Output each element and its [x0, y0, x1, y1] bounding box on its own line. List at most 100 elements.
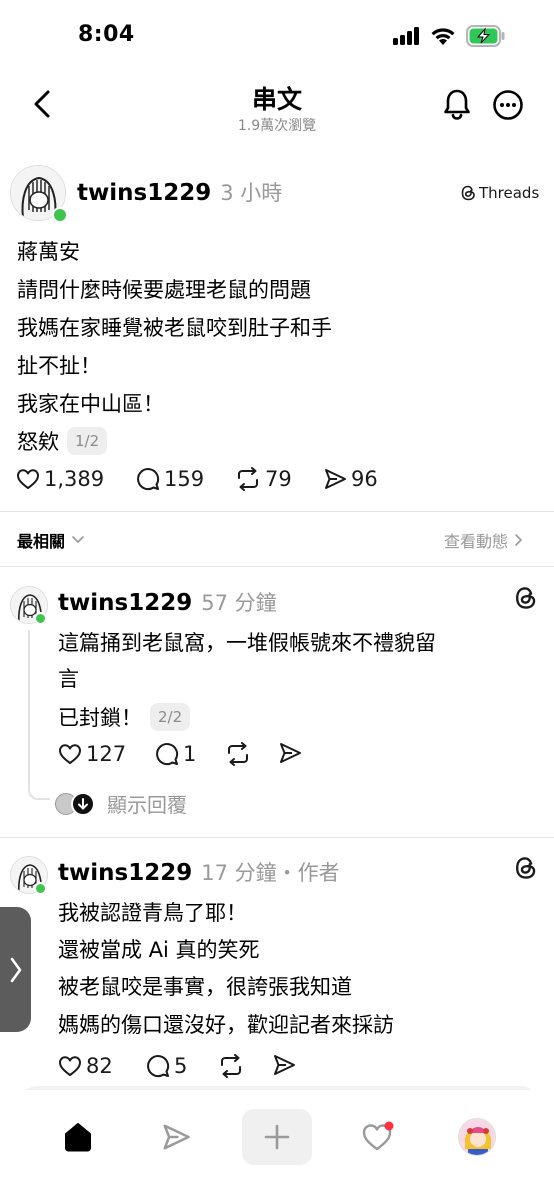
post-line: 怒欸 — [17, 430, 59, 454]
reply-last-line: 已封鎖！ 2/2 — [58, 698, 191, 738]
view-activity-link[interactable]: 查看動態 — [444, 528, 524, 552]
reply-username[interactable]: twins1229 — [58, 860, 192, 886]
reply-line: 被老鼠咬是事實，很誇張我知道 — [58, 975, 352, 999]
repost-icon — [228, 742, 248, 766]
tab-home[interactable] — [56, 1115, 100, 1159]
send-icon — [325, 469, 346, 489]
comment-icon — [156, 743, 179, 766]
comment-count: 159 — [164, 467, 205, 491]
tab-bar — [0, 1090, 554, 1200]
battery-charging-icon — [466, 25, 506, 51]
heart-icon — [17, 469, 39, 489]
show-replies-label: 顯示回覆 — [107, 793, 187, 817]
threads-logo-button[interactable] — [515, 586, 537, 614]
home-icon — [65, 1123, 91, 1152]
reply-like-button[interactable]: 82 — [58, 1054, 113, 1078]
chevron-right-icon — [10, 957, 21, 982]
side-panel-handle[interactable] — [0, 907, 31, 1032]
reply-repost-button[interactable] — [225, 742, 255, 766]
tab-activity[interactable] — [356, 1115, 400, 1159]
post-time: 3 小時 — [220, 181, 283, 205]
post-line: 扯不扯！ — [17, 354, 101, 378]
online-indicator — [34, 612, 47, 625]
thread-line-curve — [28, 786, 50, 800]
notification-dot — [384, 1121, 394, 1131]
like-button[interactable]: 1,389 — [16, 467, 104, 491]
online-indicator — [52, 207, 68, 223]
reply-username[interactable]: twins1229 — [58, 590, 192, 616]
like-count: 82 — [86, 1054, 113, 1078]
repost-button[interactable]: 79 — [235, 467, 292, 491]
repost-icon — [221, 1054, 241, 1078]
threads-badge[interactable]: Threads — [461, 184, 539, 202]
reply-comment-button[interactable]: 5 — [146, 1054, 187, 1078]
reply-avatars-stack — [55, 791, 97, 816]
bell-icon — [444, 89, 470, 120]
status-time: 8:04 — [78, 22, 135, 47]
author-tag: ・作者 — [276, 861, 340, 885]
mini-avatar — [71, 791, 95, 816]
reply-line: 還被當成 Ai 真的笑死 — [58, 938, 260, 962]
comment-button[interactable]: 159 — [136, 467, 204, 491]
comment-icon — [147, 1055, 170, 1078]
profile-avatar — [459, 1119, 495, 1155]
reply-time: 57 分鐘 — [201, 591, 277, 615]
comment-count: 1 — [183, 742, 197, 766]
page-indicator-badge: 2/2 — [150, 703, 191, 731]
threads-label: Threads — [479, 184, 540, 202]
chevron-right-icon — [515, 534, 523, 546]
reply-line: 我被認證青鳥了耶！ — [58, 901, 247, 925]
show-replies-button[interactable]: 顯示回覆 — [55, 789, 187, 818]
reply-line: 媽媽的傷口還沒好，歡迎記者來採訪 — [58, 1013, 394, 1037]
post-line: 蔣萬安 — [17, 240, 80, 264]
threads-logo-button[interactable] — [515, 856, 537, 884]
post-header: twins1229 3 小時 — [77, 177, 282, 207]
reply-line: 這篇捅到老鼠窩，一堆假帳號來不禮貌留 — [58, 631, 436, 655]
author-username[interactable]: twins1229 — [77, 180, 211, 206]
post-line: 請問什麼時候要處理老鼠的問題 — [17, 278, 311, 302]
notification-bell-button[interactable] — [439, 86, 475, 122]
post-last-line: 怒欸 1/2 — [17, 423, 108, 461]
divider — [0, 566, 554, 567]
comment-icon — [137, 468, 160, 491]
send-icon — [280, 743, 301, 763]
page-indicator-badge: 1/2 — [67, 427, 108, 455]
post-line: 我家在中山區！ — [17, 392, 164, 416]
threads-logo-icon — [516, 857, 536, 879]
view-activity-label: 查看動態 — [444, 532, 509, 551]
plus-icon — [264, 1124, 290, 1150]
sort-label: 最相關 — [17, 532, 66, 551]
reply-header: twins1229 57 分鐘 — [58, 587, 277, 617]
send-icon — [163, 1124, 190, 1150]
chevron-down-icon — [72, 536, 84, 544]
repost-count: 79 — [265, 467, 292, 491]
tab-create[interactable] — [242, 1109, 312, 1165]
heart-icon — [362, 1121, 394, 1151]
reply-share-button[interactable] — [272, 1054, 300, 1076]
heart-icon — [59, 744, 81, 764]
tab-send[interactable] — [154, 1115, 198, 1159]
cellular-signal-icon — [393, 27, 421, 49]
wifi-icon — [430, 26, 456, 50]
sort-dropdown[interactable]: 最相關 — [17, 528, 85, 552]
share-count: 96 — [351, 467, 378, 491]
reply-comment-button[interactable]: 1 — [155, 742, 196, 766]
reply-share-button[interactable] — [278, 742, 306, 764]
threads-logo-icon — [516, 587, 536, 609]
share-button[interactable]: 96 — [323, 467, 378, 491]
send-icon — [274, 1055, 295, 1075]
heart-icon — [59, 1056, 81, 1076]
post-line: 我媽在家睡覺被老鼠咬到肚子和手 — [17, 316, 332, 340]
comment-count: 5 — [174, 1054, 188, 1078]
threads-logo-icon — [461, 185, 475, 201]
arrow-down-icon — [78, 797, 88, 810]
tab-profile[interactable] — [458, 1118, 496, 1156]
more-dots-icon — [493, 90, 523, 120]
reply-line: 已封鎖！ — [58, 706, 142, 730]
like-count: 1,389 — [44, 467, 105, 491]
divider — [0, 511, 554, 512]
thread-line — [28, 630, 30, 790]
more-options-button[interactable] — [490, 87, 526, 123]
reply-like-button[interactable]: 127 — [58, 742, 126, 766]
reply-repost-button[interactable] — [218, 1054, 248, 1078]
